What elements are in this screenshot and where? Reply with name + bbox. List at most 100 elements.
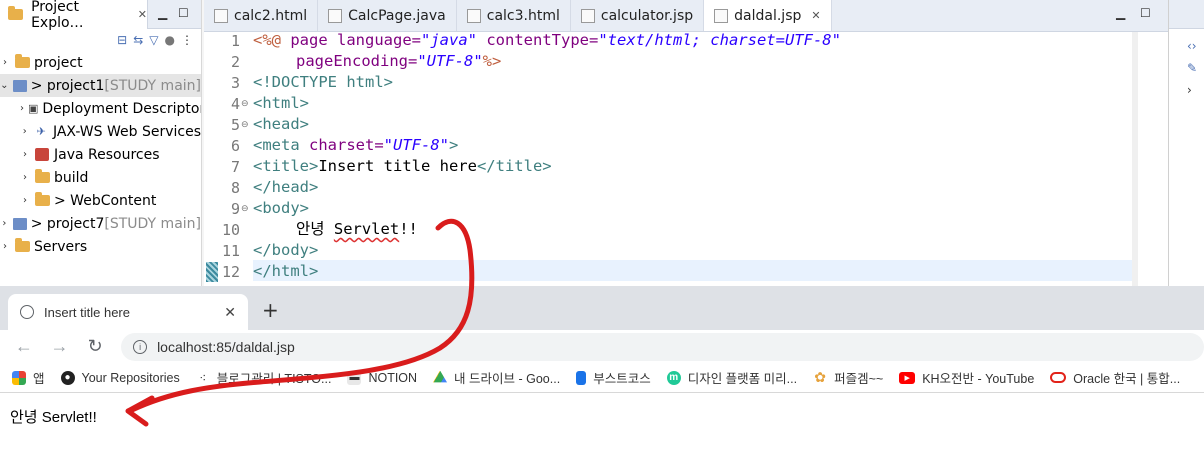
maximize-icon[interactable]: ☐ xyxy=(178,6,189,20)
code-token: charset= xyxy=(299,136,384,154)
project-explorer-tab[interactable]: Project Explo… ✕ xyxy=(0,0,148,31)
tree-item-project[interactable]: › project xyxy=(0,51,201,74)
java-resources-icon xyxy=(34,147,50,163)
web-project-icon xyxy=(12,78,27,94)
tree-item-label: > WebContent xyxy=(54,192,157,209)
tree-item-project7[interactable]: › > project7 [STUDY main] xyxy=(0,212,201,235)
info-icon[interactable]: i xyxy=(133,339,148,354)
tree-item-label: project xyxy=(34,54,83,71)
bookmark-tistory[interactable]: ⁖ 블로그관리 | TISTO... xyxy=(196,368,331,387)
back-icon[interactable]: ← xyxy=(14,336,34,357)
tree-item-label: Deployment Descriptor xyxy=(42,100,202,117)
project-explorer-tab-label: Project Explo… xyxy=(31,0,84,31)
bookmark-apps[interactable]: 앱 xyxy=(12,368,45,387)
fold-icon[interactable]: ⊖ xyxy=(241,204,249,214)
code-token: <%@ xyxy=(253,31,281,49)
code-token: 안녕 xyxy=(296,220,334,238)
filter-icon[interactable]: ▽ xyxy=(149,33,158,47)
editor-tab-label: CalcPage.java xyxy=(348,7,446,24)
chevron-right-icon[interactable]: › xyxy=(0,57,10,68)
fold-icon[interactable]: ⊖ xyxy=(241,120,249,130)
tree-item-label: Java Resources xyxy=(54,146,160,163)
address-bar[interactable]: i localhost:85/daldal.jsp xyxy=(121,332,1204,361)
collapse-all-icon[interactable]: ⊟ xyxy=(117,33,127,47)
code-area[interactable]: <%@ page language="java" contentType="te… xyxy=(253,31,1133,286)
code-line-12: </html> xyxy=(253,262,319,280)
code-token: %> xyxy=(482,52,502,70)
code-line-5: <head> xyxy=(253,115,309,133)
browser-tab[interactable]: Insert title here ✕ xyxy=(8,294,248,330)
tree-item-build[interactable]: › build xyxy=(0,166,201,189)
bookmark-youtube[interactable]: ▶ KH오전반 - YouTube xyxy=(899,368,1034,387)
tree-item-servers[interactable]: › Servers xyxy=(0,235,201,258)
line-number: 8 xyxy=(230,179,240,197)
oracle-icon xyxy=(1050,372,1067,383)
bookmark-puzzle[interactable]: ✿ 퍼즐겜~~ xyxy=(813,368,883,387)
bookmark-notion[interactable]: ▬ NOTION xyxy=(347,370,418,385)
reload-icon[interactable]: ↻ xyxy=(85,336,105,357)
line-number: 1 xyxy=(230,32,240,50)
editor-tab-calcpage[interactable]: CalcPage.java xyxy=(318,0,457,31)
bookmark-google-drive[interactable]: 내 드라이브 - Goo... xyxy=(433,368,560,387)
editor-tab-calc3[interactable]: calc3.html xyxy=(457,0,571,31)
editor-scrollbar[interactable] xyxy=(1132,32,1138,286)
focus-icon[interactable]: ● xyxy=(165,33,175,47)
code-line-4: <html> xyxy=(253,94,309,112)
minimize-icon[interactable]: ▁ xyxy=(158,6,167,20)
chevron-right-icon[interactable]: › xyxy=(0,241,10,252)
chevron-right-icon[interactable]: › xyxy=(20,195,30,206)
bookmark-oracle[interactable]: Oracle 한국 | 통합... xyxy=(1050,368,1180,387)
chevron-right-icon[interactable]: › xyxy=(20,149,30,160)
tree-item-label: Servers xyxy=(34,238,88,255)
editor-tab-calculator[interactable]: calculator.jsp xyxy=(571,0,705,31)
code-line-6: <meta charset="UTF-8"> xyxy=(253,135,458,156)
code-token: "text/html; charset=UTF-8" xyxy=(598,31,841,49)
tree-item-project1[interactable]: ⌄ > project1 [STUDY main] xyxy=(0,74,201,97)
bookmark-boostcourse[interactable]: 부스트코스 xyxy=(576,368,651,387)
code-token: Insert title here xyxy=(318,157,477,175)
chevron-down-icon[interactable]: ⌄ xyxy=(0,80,9,91)
chevron-right-icon[interactable]: › xyxy=(20,103,24,114)
tree-item-java-resources[interactable]: › Java Resources xyxy=(0,143,201,166)
code-line-3: <!DOCTYPE html> xyxy=(253,73,393,91)
tree-item-jax-ws[interactable]: › ✈ JAX-WS Web Services xyxy=(0,120,201,143)
chevron-right-icon[interactable]: › xyxy=(20,126,30,137)
new-tab-button[interactable]: + xyxy=(262,298,279,322)
jsp-file-icon xyxy=(714,8,729,23)
maximize-icon[interactable]: ☐ xyxy=(1140,6,1151,20)
line-number-gutter: 1 2 3 4 ⊖ 5 ⊖ 6 7 8 9 ⊖ 10 11 12 xyxy=(204,32,252,286)
tree-item-deployment-descriptor[interactable]: › ▣ Deployment Descriptor xyxy=(0,97,201,120)
chevron-right-icon[interactable]: › xyxy=(20,172,30,183)
folder-icon xyxy=(14,54,30,71)
bookmark-github[interactable]: ● Your Repositories xyxy=(60,370,180,385)
editor-tab-calc2[interactable]: calc2.html xyxy=(204,0,319,31)
close-icon[interactable]: ✕ xyxy=(811,9,820,22)
edit-icon[interactable]: ✎ xyxy=(1187,57,1204,79)
bookmark-label: 퍼즐겜~~ xyxy=(834,372,884,386)
editor-tab-daldal[interactable]: daldal.jsp ✕ xyxy=(704,0,832,31)
minimize-icon[interactable]: ▁ xyxy=(1116,6,1125,20)
web-services-icon: ✈ xyxy=(36,125,46,138)
forward-icon[interactable]: → xyxy=(50,336,70,357)
bookmark-label: NOTION xyxy=(368,370,418,385)
tree-item-label: > project1 xyxy=(30,77,105,94)
tree-item-webcontent[interactable]: › > WebContent xyxy=(0,189,201,212)
code-line-10: 안녕 Servlet!! xyxy=(253,219,418,240)
bookmark-label: KH오전반 - YouTube xyxy=(922,372,1035,386)
bookmark-miricanvas[interactable]: m 디자인 플랫폼 미리... xyxy=(666,368,797,387)
close-icon[interactable]: ✕ xyxy=(224,304,236,321)
code-editor: calc2.html CalcPage.java calc3.html calc… xyxy=(204,0,1168,286)
page-body-text: 안녕 Servlet!! xyxy=(10,409,97,426)
url-text: localhost:85/daldal.jsp xyxy=(157,338,295,355)
link-editor-icon[interactable]: ⇆ xyxy=(133,33,143,47)
eclipse-window: Project Explo… ✕ ▁ ☐ ⊟ ⇆ ▽ ● ⋮ › project… xyxy=(0,0,1204,286)
browser-window: Insert title here ✕ + ← → ↻ i localhost:… xyxy=(0,286,1204,471)
chevron-right-icon[interactable]: › xyxy=(0,218,9,229)
code-icon[interactable]: ‹› xyxy=(1187,35,1204,57)
close-icon[interactable]: ✕ xyxy=(138,8,147,21)
chevron-right-icon[interactable]: › xyxy=(1187,79,1204,101)
boostcourse-icon xyxy=(576,370,587,385)
line-number: 11 xyxy=(221,242,240,260)
view-menu-icon[interactable]: ⋮ xyxy=(181,33,193,47)
fold-icon[interactable]: ⊖ xyxy=(241,99,249,109)
